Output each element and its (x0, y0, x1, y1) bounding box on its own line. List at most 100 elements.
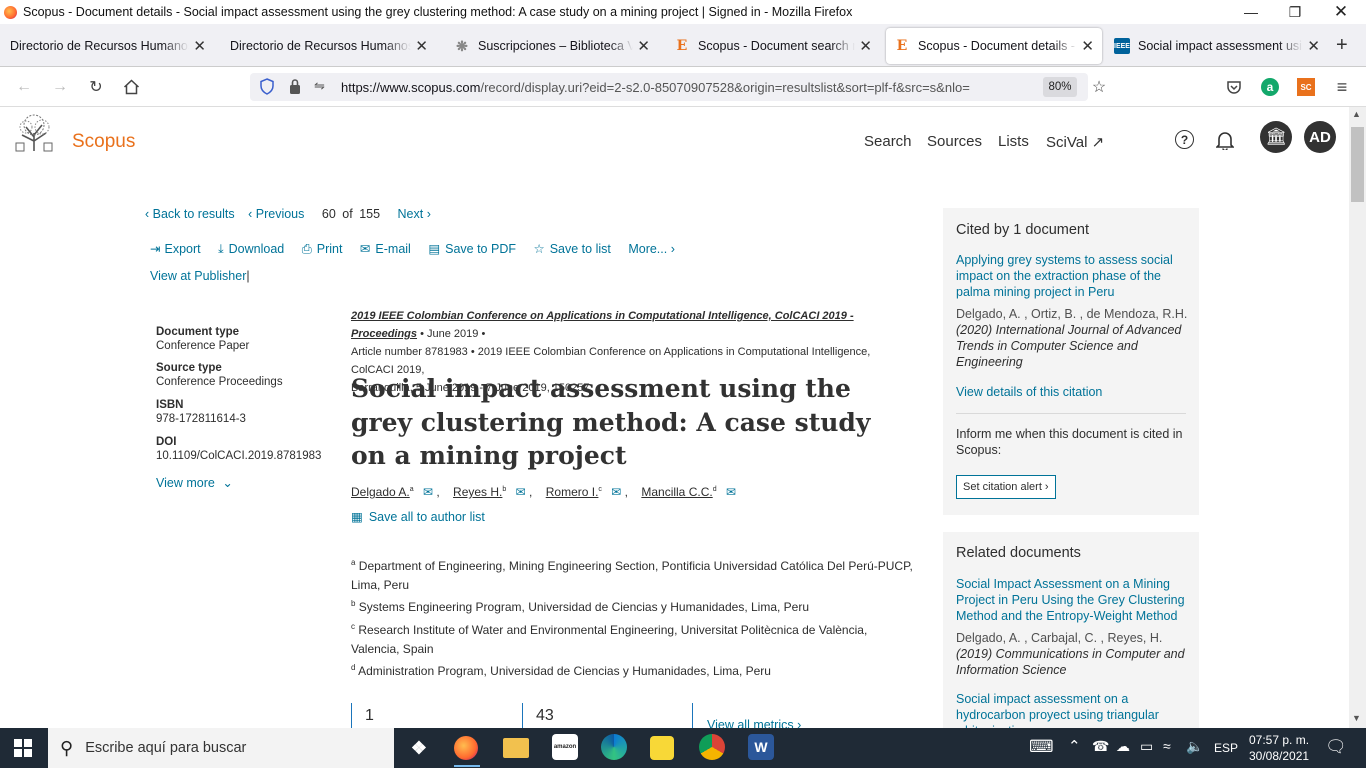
help-icon[interactable]: ? (1175, 130, 1194, 149)
dropbox-icon[interactable]: ❖ (405, 734, 433, 762)
envelope-icon[interactable]: ✉ (611, 485, 621, 499)
forward-arrow-icon[interactable]: → (48, 75, 72, 99)
save-all-authors-link[interactable]: ▦ Save all to author list (351, 509, 485, 524)
meet-now-icon[interactable]: ☎ (1092, 738, 1109, 755)
lock-icon[interactable] (288, 78, 302, 98)
url-text[interactable]: https://www.scopus.com/record/display.ur… (341, 80, 970, 95)
wifi-icon[interactable]: ≈ (1163, 738, 1171, 754)
zoom-indicator[interactable]: 80% (1043, 77, 1077, 97)
word-icon[interactable]: W (748, 734, 774, 760)
tab-close-icon[interactable]: ✕ (637, 37, 650, 55)
reload-icon[interactable]: ↻ (84, 75, 108, 99)
language-indicator[interactable]: ESP (1214, 741, 1238, 755)
chrome-icon[interactable] (699, 734, 725, 760)
print-button[interactable]: ⎙ Print (302, 242, 343, 257)
tab-scopus-search[interactable]: E Scopus - Document search resu✕ (666, 28, 880, 64)
tab-label: Directorio de Recursos Humanos af (230, 39, 412, 53)
onedrive-icon[interactable]: ☁ (1116, 738, 1130, 755)
windows-taskbar: ⚲ Escribe aquí para buscar ❖ amazon W ⌨ … (0, 728, 1366, 768)
tab-directorio-1[interactable]: Directorio de Recursos Humanos af ✕ (2, 28, 214, 64)
related-document-link[interactable]: Social impact assessment on a hydrocarbo… (956, 691, 1188, 728)
tab-suscripciones[interactable]: ❋ Suscripciones – Biblioteca Virtu✕ (446, 28, 658, 64)
view-at-publisher-link[interactable]: View at Publisher| (150, 269, 250, 283)
previous-link[interactable]: ‹ Previous (248, 207, 304, 221)
scrollbar-thumb[interactable] (1351, 127, 1364, 202)
author-link[interactable]: Reyes H.b (453, 485, 506, 499)
scopus-extension-icon[interactable]: SC (1294, 75, 1318, 99)
author-link[interactable]: Delgado A.a (351, 485, 414, 499)
windows-start-icon[interactable] (14, 739, 32, 760)
tracking-shield-icon[interactable] (259, 78, 275, 98)
volume-icon[interactable]: 🔈 (1186, 738, 1203, 755)
tab-close-icon[interactable]: ✕ (859, 37, 872, 55)
affiliation-a: a Department of Engineering, Mining Engi… (351, 558, 913, 592)
tab-close-icon[interactable]: ✕ (1081, 37, 1094, 55)
save-to-list-button[interactable]: ☆ Save to list (533, 241, 610, 256)
page-scrollbar[interactable]: ▲ ▼ (1349, 107, 1366, 728)
tab-close-icon[interactable]: ✕ (193, 37, 206, 55)
restore-button[interactable]: ❐ (1272, 0, 1318, 24)
nav-lists[interactable]: Lists (998, 133, 1029, 150)
citing-document-link[interactable]: Applying grey systems to assess social i… (956, 252, 1188, 300)
notifications-icon[interactable]: 🗨 (1325, 737, 1347, 757)
download-button[interactable]: ⤓ Download (218, 242, 284, 257)
edge-icon[interactable] (601, 734, 627, 760)
bookmark-star-icon[interactable]: ☆ (1087, 75, 1111, 99)
scroll-up-icon[interactable]: ▲ (1352, 109, 1361, 119)
amazon-assistant-icon[interactable]: a (1258, 75, 1282, 99)
sticky-notes-icon[interactable] (650, 736, 674, 760)
tab-label: Directorio de Recursos Humanos af (10, 39, 190, 53)
user-avatar[interactable]: AD (1304, 121, 1336, 153)
back-to-results-link[interactable]: ‹ Back to results (145, 207, 235, 221)
view-citation-details-link[interactable]: View details of this citation (956, 384, 1102, 400)
more-button[interactable]: More... › (628, 242, 675, 256)
pocket-icon[interactable] (1222, 75, 1246, 99)
address-bar[interactable]: ⇋ https://www.scopus.com/record/display.… (250, 73, 1088, 101)
nav-scival[interactable]: SciVal ↗ (1046, 133, 1104, 151)
tab-ieee[interactable]: IEEE Social impact assessment using ✕ (1106, 28, 1328, 64)
nav-sources[interactable]: Sources (927, 133, 982, 150)
tab-directorio-2[interactable]: Directorio de Recursos Humanos af ✕ (222, 28, 436, 64)
document-metadata: Document type Conference Paper Source ty… (156, 326, 336, 490)
scopus-favicon-icon: E (676, 38, 688, 54)
envelope-icon[interactable]: ✉ (516, 485, 526, 499)
tray-chevron-icon[interactable]: ⌃ (1068, 737, 1081, 755)
amazon-icon[interactable]: amazon (552, 734, 578, 760)
clock[interactable]: 07:57 p. m. 30/08/2021 (1249, 732, 1309, 764)
bell-icon[interactable] (1215, 130, 1235, 153)
institution-icon[interactable]: 🏛 (1260, 121, 1292, 153)
close-window-button[interactable]: ✕ (1318, 0, 1364, 24)
home-icon[interactable] (119, 75, 143, 99)
new-tab-plus-icon[interactable]: + (1336, 34, 1348, 57)
keyboard-icon[interactable]: ⌨ (1029, 737, 1054, 757)
save-pdf-button[interactable]: ▤ Save to PDF (428, 241, 516, 256)
scroll-down-icon[interactable]: ▼ (1352, 713, 1361, 723)
author-link[interactable]: Mancilla C.C.d (641, 485, 716, 499)
tab-close-icon[interactable]: ✕ (1307, 37, 1320, 55)
envelope-icon[interactable]: ✉ (726, 485, 736, 499)
email-button[interactable]: ✉ E-mail (360, 241, 411, 256)
back-arrow-icon[interactable]: ← (12, 75, 36, 99)
export-button[interactable]: ⇥ Export (150, 241, 201, 256)
next-link[interactable]: Next › (398, 207, 431, 221)
firefox-taskbar-icon[interactable] (454, 736, 478, 760)
related-document-link[interactable]: Social Impact Assessment on a Mining Pro… (956, 576, 1188, 624)
battery-icon[interactable]: ▭ (1140, 738, 1153, 755)
minimize-button[interactable]: — (1228, 0, 1274, 24)
scopus-logo[interactable]: Scopus (72, 131, 135, 153)
view-all-metrics-link[interactable]: View all metrics › (707, 718, 801, 728)
nav-search[interactable]: Search (864, 133, 912, 150)
tab-scopus-details[interactable]: E Scopus - Document details - Sc ✕ (886, 28, 1102, 64)
tab-close-icon[interactable]: ✕ (415, 37, 428, 55)
author-link[interactable]: Romero I.c (546, 485, 602, 499)
elsevier-logo-icon[interactable] (12, 113, 56, 153)
envelope-icon[interactable]: ✉ (423, 485, 433, 499)
hamburger-menu-icon[interactable]: ≡ (1330, 75, 1354, 99)
file-explorer-icon[interactable] (503, 738, 529, 758)
taskbar-search-box[interactable]: ⚲ Escribe aquí para buscar (48, 728, 394, 768)
view-more-link[interactable]: View more ⌄ (156, 475, 336, 490)
permissions-icon[interactable]: ⇋ (314, 78, 325, 94)
cited-by-heading: Cited by 1 document (956, 222, 1089, 238)
set-citation-alert-button[interactable]: Set citation alert › (956, 475, 1056, 499)
source-type-label: Source type (156, 362, 222, 374)
